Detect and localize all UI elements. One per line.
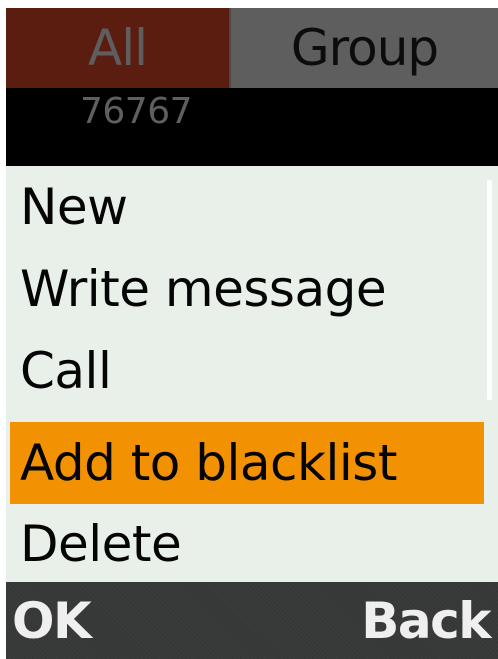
tab-bar: All Group — [6, 8, 498, 88]
menu-item-label: Call — [20, 342, 112, 400]
ok-softkey[interactable]: OK — [12, 596, 92, 646]
contact-number: 76767 — [80, 91, 193, 132]
menu-item-new[interactable]: New — [10, 166, 484, 248]
menu-item-write-message[interactable]: Write message — [10, 248, 484, 330]
menu-item-call[interactable]: Call — [10, 330, 484, 412]
menu-item-add-to-blacklist[interactable]: Add to blacklist — [10, 422, 484, 504]
tab-group-label: Group — [290, 19, 439, 77]
tab-group[interactable]: Group — [229, 8, 498, 88]
menu-item-label: Write message — [20, 260, 387, 318]
tab-all-label: All — [88, 19, 148, 77]
options-menu: New Write message Call Add to blacklist … — [6, 166, 498, 582]
menu-item-delete[interactable]: Delete — [10, 503, 484, 585]
tab-all[interactable]: All — [6, 8, 230, 88]
menu-item-label: Delete — [20, 515, 182, 573]
menu-scrollbar[interactable] — [487, 180, 492, 400]
menu-item-label: New — [20, 178, 128, 236]
softkey-bar: OK Back — [6, 582, 498, 659]
back-softkey[interactable]: Back — [361, 596, 491, 646]
menu-item-label: Add to blacklist — [20, 434, 397, 492]
phone-screen: All Group 76767 New Write message Call A… — [6, 8, 498, 659]
